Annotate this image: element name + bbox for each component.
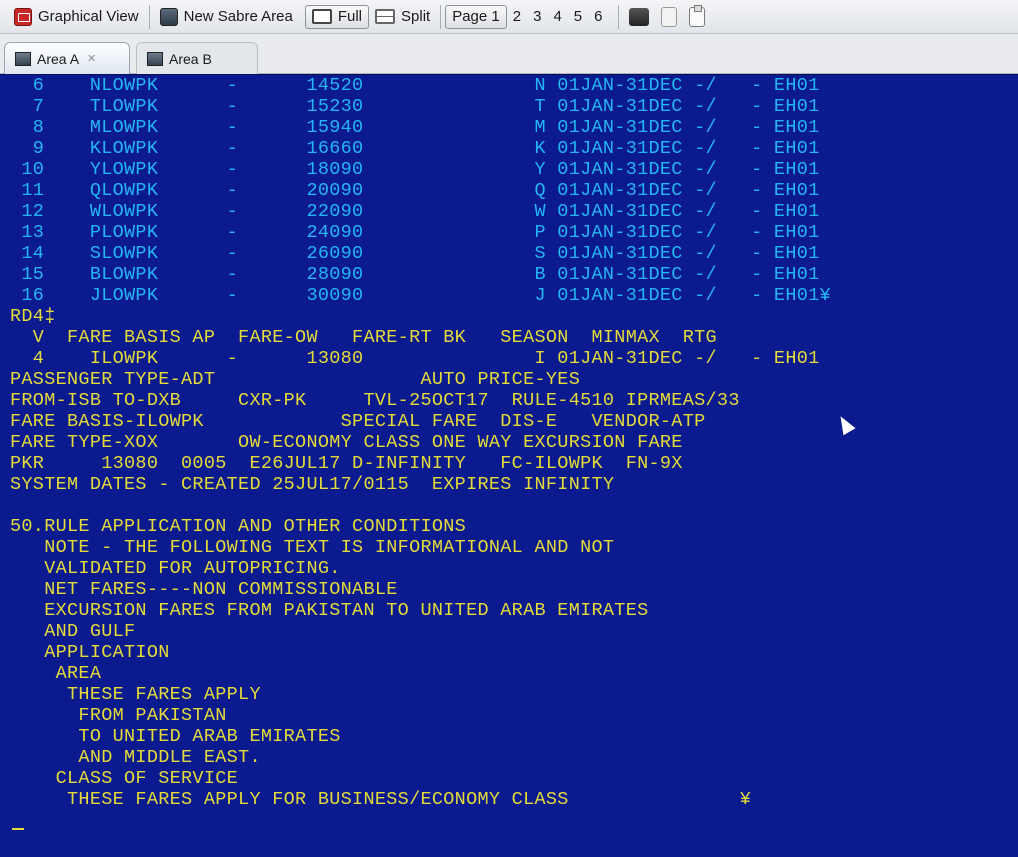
- terminal-line: FROM PAKISTAN: [10, 705, 227, 726]
- toolbar-separator: [618, 4, 620, 29]
- tab-area-b-label: Area B: [169, 50, 212, 67]
- page-6-button[interactable]: 6: [588, 8, 608, 25]
- terminal-line: 13 PLOWPK - 24090 P 01JAN-31DEC -/ - EH0…: [10, 222, 820, 243]
- sabre-terminal-screen[interactable]: 6 NLOWPK - 14520 N 01JAN-31DEC -/ - EH01…: [0, 74, 1018, 857]
- new-sabre-area-button[interactable]: New Sabre Area: [154, 5, 299, 29]
- terminal-line: TO UNITED ARAB EMIRATES: [10, 726, 341, 747]
- terminal-line: V FARE BASIS AP FARE-OW FARE-RT BK SEASO…: [10, 327, 717, 348]
- terminal-line: 12 WLOWPK - 22090 W 01JAN-31DEC -/ - EH0…: [10, 201, 820, 222]
- full-view-label: Full: [337, 8, 363, 25]
- area-tab-bar: Area A ✕ Area B: [0, 34, 1018, 74]
- terminal-icon: [15, 51, 31, 66]
- full-view-button[interactable]: Full: [304, 4, 370, 29]
- tab-area-a-label: Area A: [37, 50, 80, 67]
- copy-button[interactable]: [655, 5, 683, 29]
- terminal-line: AND GULF: [10, 621, 136, 642]
- page-4-button[interactable]: 4: [547, 8, 567, 25]
- new-sabre-area-label: New Sabre Area: [183, 8, 293, 25]
- terminal-line: 8 MLOWPK - 15940 M 01JAN-31DEC -/ - EH01: [10, 117, 820, 138]
- split-view-label: Split: [401, 8, 431, 25]
- split-screen-icon: [375, 9, 396, 24]
- terminal-line: FARE BASIS-ILOWPK SPECIAL FARE DIS-E VEN…: [10, 411, 706, 432]
- terminal-line: 9 KLOWPK - 16660 K 01JAN-31DEC -/ - EH01: [10, 138, 820, 159]
- terminal-line: THESE FARES APPLY: [10, 684, 261, 705]
- graphical-view-icon: [14, 7, 32, 26]
- terminal-line: RD4‡: [10, 306, 56, 327]
- page-1-button[interactable]: Page 1: [445, 4, 507, 29]
- toolbar-separator: [148, 4, 150, 29]
- clipboard-icon: [689, 4, 706, 27]
- terminal-line: PKR 13080 0005 E26JUL17 D-INFINITY FC-IL…: [10, 453, 683, 474]
- graphical-view-button[interactable]: Graphical View: [8, 5, 145, 29]
- clipboard-button[interactable]: [683, 4, 711, 29]
- terminal-line: 14 SLOWPK - 26090 S 01JAN-31DEC -/ - EH0…: [10, 243, 820, 264]
- terminal-line: 6 NLOWPK - 14520 N 01JAN-31DEC -/ - EH01: [10, 75, 820, 96]
- terminal-line: APPLICATION: [10, 642, 170, 663]
- close-icon[interactable]: ✕: [87, 52, 96, 65]
- terminal-line: 4 ILOWPK - 13080 I 01JAN-31DEC -/ - EH01: [10, 348, 820, 369]
- terminal-line: PASSENGER TYPE-ADT AUTO PRICE-YES: [10, 369, 581, 390]
- page-5-button[interactable]: 5: [568, 8, 588, 25]
- terminal-line: NOTE - THE FOLLOWING TEXT IS INFORMATION…: [10, 537, 615, 558]
- page-2-button[interactable]: 2: [507, 8, 527, 25]
- terminal-line: AND MIDDLE EAST.: [10, 747, 261, 768]
- terminal-icon: [147, 51, 163, 66]
- input-cursor: [12, 828, 24, 830]
- terminal-line: SYSTEM DATES - CREATED 25JUL17/0115 EXPI…: [10, 474, 615, 495]
- terminal-line: EXCURSION FARES FROM PAKISTAN TO UNITED …: [10, 600, 649, 621]
- split-view-button[interactable]: Split: [369, 5, 436, 29]
- terminal-line: CLASS OF SERVICE: [10, 768, 239, 789]
- tab-area-a[interactable]: Area A ✕: [4, 42, 130, 74]
- new-area-icon: [159, 7, 178, 26]
- terminal-line: VALIDATED FOR AUTOPRICING.: [10, 558, 341, 579]
- print-button[interactable]: [623, 5, 655, 29]
- page-1-label: Page 1: [452, 8, 500, 25]
- terminal-line: 16 JLOWPK - 30090 J 01JAN-31DEC -/ - EH0…: [10, 285, 831, 306]
- terminal-line: 7 TLOWPK - 15230 T 01JAN-31DEC -/ - EH01: [10, 96, 820, 117]
- terminal-line: FARE TYPE-XOX OW-ECONOMY CLASS ONE WAY E…: [10, 432, 683, 453]
- terminal-line: 50.RULE APPLICATION AND OTHER CONDITIONS: [10, 516, 467, 537]
- terminal-line: 15 BLOWPK - 28090 B 01JAN-31DEC -/ - EH0…: [10, 264, 820, 285]
- document-icon: [661, 6, 678, 27]
- terminal-line: NET FARES----NON COMMISSIONABLE: [10, 579, 398, 600]
- mouse-pointer-icon: [834, 412, 856, 436]
- page-3-button[interactable]: 3: [527, 8, 547, 25]
- terminal-line: FROM-ISB TO-DXB CXR-PK TVL-25OCT17 RULE-…: [10, 390, 740, 411]
- terminal-line: AREA: [10, 663, 102, 684]
- toolbar-separator: [440, 4, 442, 29]
- graphical-view-label: Graphical View: [38, 8, 139, 25]
- full-screen-icon: [311, 9, 332, 24]
- printer-icon: [629, 7, 650, 26]
- tab-area-b[interactable]: Area B: [136, 42, 258, 74]
- toolbar: Graphical View New Sabre Area Full Split…: [0, 0, 1018, 34]
- terminal-line: 11 QLOWPK - 20090 Q 01JAN-31DEC -/ - EH0…: [10, 180, 820, 201]
- terminal-line: 10 YLOWPK - 18090 Y 01JAN-31DEC -/ - EH0…: [10, 159, 820, 180]
- terminal-line: THESE FARES APPLY FOR BUSINESS/ECONOMY C…: [10, 789, 752, 810]
